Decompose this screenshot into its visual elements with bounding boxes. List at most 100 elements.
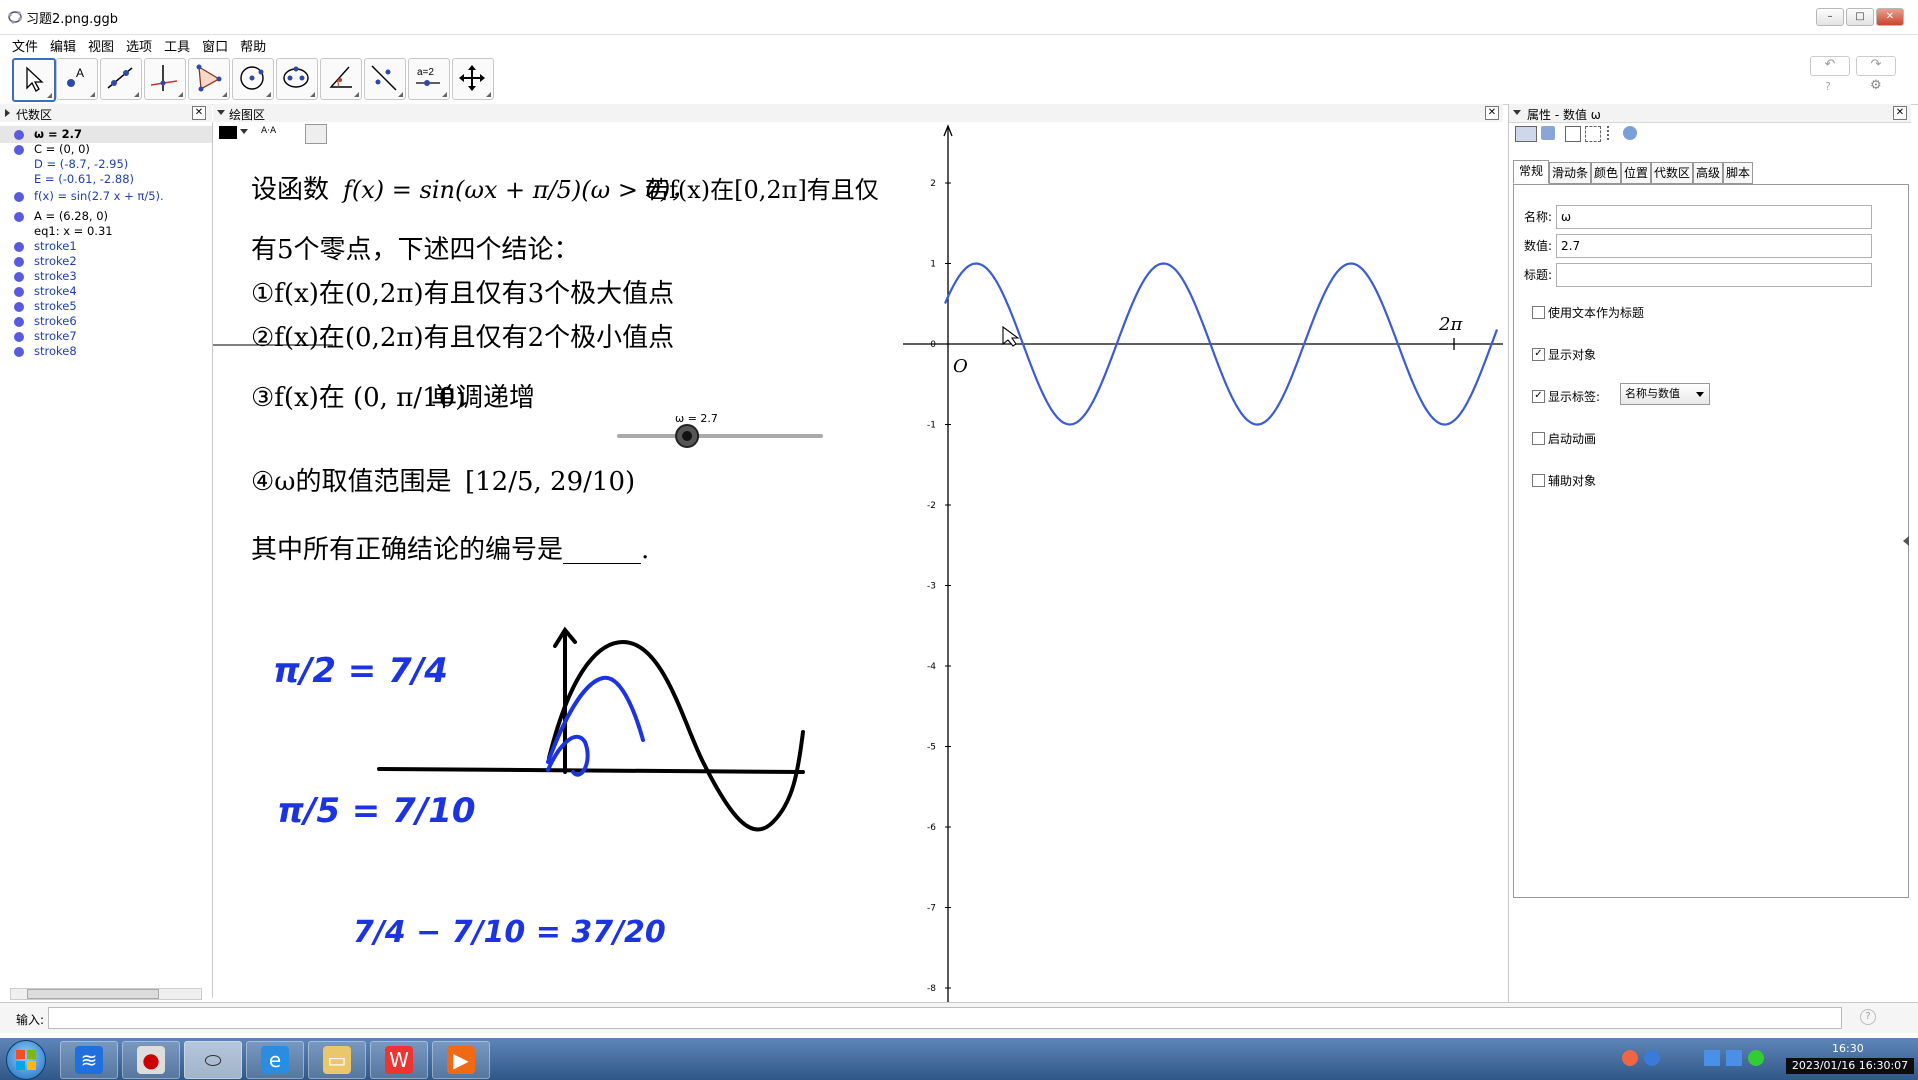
graphics-object-icon[interactable] [1515,126,1537,142]
properties-header: 属性 - 数值 ω ✕ [1509,104,1911,123]
checkbox-show-object[interactable]: ✓ [1532,348,1545,361]
graphics-view[interactable]: A·A 设函数 f(x) = sin(ωx + π/5)(ω > 0)， 若f(… [213,122,1503,1002]
graphics-title: 绘图区 [229,108,266,122]
close-properties-icon[interactable]: ✕ [1893,106,1907,120]
collapse-side-icon[interactable] [1903,536,1909,546]
visibility-dot-icon[interactable] [14,130,24,140]
separator-icon [1607,126,1613,140]
tab-2[interactable]: 颜色 [1591,162,1621,184]
line-tool-button[interactable] [100,58,142,100]
algebra-row-text: f(x) = sin(2.7 x + π/5). [34,189,164,203]
help-icon[interactable]: ? [1825,80,1831,93]
visibility-dot-icon[interactable] [14,212,24,222]
gear-icon[interactable]: ⚙ [1870,78,1882,93]
taskbar-explorer[interactable]: ▭ [308,1041,366,1079]
start-button[interactable] [6,1040,46,1080]
menu-options[interactable]: 选项 [126,36,152,55]
reflect-tool-button[interactable] [364,58,406,100]
caption-field[interactable] [1556,263,1872,287]
value-field[interactable]: 2.7 [1556,234,1872,258]
select-all-icon[interactable] [1585,126,1601,142]
sketch-x-axis [377,767,805,774]
tray-wechat-icon[interactable] [1748,1050,1764,1066]
close-button[interactable]: ✕ [1876,8,1904,26]
tray-help-icon[interactable] [1644,1050,1660,1066]
tab-3[interactable]: 位置 [1621,162,1651,184]
y-tick-label: -8 [927,984,936,994]
geometry-icon[interactable] [1541,126,1555,140]
tab-4[interactable]: 代数区 [1651,162,1693,184]
taskbar-geogebra[interactable]: ⬭ [184,1041,242,1079]
input-field[interactable] [48,1007,1842,1029]
y-tick-label: -6 [927,823,936,833]
tab-5[interactable]: 高级 [1693,162,1723,184]
taskbar-screen-recorder[interactable]: ● [122,1041,180,1079]
visibility-dot-icon[interactable] [14,145,24,155]
tab-1[interactable]: 滑动条 [1549,162,1591,184]
menu-help[interactable]: 帮助 [240,36,266,55]
taskbar-wps-presentation[interactable]: ▶ [432,1041,490,1079]
taskbar-ie[interactable]: e [246,1041,304,1079]
maximize-button[interactable]: □ [1846,8,1874,26]
y-tick-label: -4 [927,662,936,672]
label-mode-value: 名称与数值 [1625,387,1680,400]
close-graphics-icon[interactable]: ✕ [1485,106,1499,120]
menu-window[interactable]: 窗口 [202,36,228,55]
visibility-dot-icon[interactable] [14,332,24,342]
angle-tool-button[interactable] [320,58,362,100]
polygon-tool-button[interactable] [188,58,230,100]
algebra-scrollbar[interactable] [10,988,202,1000]
visibility-dot-icon[interactable] [14,317,24,327]
visibility-dot-icon[interactable] [14,257,24,267]
name-field[interactable]: ω [1556,205,1872,229]
label-mode-select[interactable]: 名称与数值 [1620,383,1710,405]
visibility-dot-icon[interactable] [14,242,24,252]
windows-logo-icon-3 [16,1061,25,1070]
minimize-button[interactable]: – [1816,8,1844,26]
menu-tools[interactable]: 工具 [164,36,190,55]
algebra-row[interactable]: E = (-0.61, -2.88) [0,171,212,188]
menu-file[interactable]: 文件 [12,36,38,55]
input-help-icon[interactable]: ? [1860,1009,1876,1025]
undo-button[interactable]: ↶ [1810,56,1850,76]
checkbox-use-text-caption[interactable] [1532,306,1545,319]
algebra-row[interactable]: f(x) = sin(2.7 x + π/5). [0,188,212,205]
visibility-dot-icon[interactable] [14,302,24,312]
tab-0[interactable]: 常规 [1513,160,1549,184]
perpendicular-tool-button[interactable] [144,58,186,100]
collapse-triangle-icon[interactable] [5,109,10,117]
point-tool-button[interactable]: A [56,58,98,100]
conclusion-4-interval: [12/5, 29/10) [465,467,635,497]
checkbox-auxiliary[interactable] [1532,474,1545,487]
graphics-canvas[interactable]: 设函数 f(x) = sin(ωx + π/5)(ω > 0)， 若f(x)在[… [213,122,1503,1002]
table-icon[interactable] [1565,126,1581,142]
visibility-dot-icon[interactable] [14,192,24,202]
algebra-row[interactable]: stroke8 [0,343,212,360]
sketch-blue-curve [546,675,645,764]
visibility-dot-icon[interactable] [14,287,24,297]
circle-tool-button[interactable] [232,58,274,100]
move-tool-button[interactable] [12,58,56,102]
conic-tool-button[interactable] [276,58,318,100]
svg-text:A: A [76,66,84,80]
algebra-scroll-thumb[interactable] [27,989,159,999]
checkbox-show-label[interactable]: ✓ [1532,390,1545,403]
visibility-dot-icon[interactable] [14,272,24,282]
menu-view[interactable]: 视图 [88,36,114,55]
style-bar-toggle-icon[interactable] [217,110,225,115]
checkbox-animation[interactable] [1532,432,1545,445]
tab-6[interactable]: 脚本 [1723,162,1753,184]
tray-feishu-icon-2[interactable] [1726,1050,1742,1066]
visibility-dot-icon[interactable] [14,347,24,357]
collapse-properties-icon[interactable] [1513,110,1521,115]
tray-feishu-icon[interactable] [1704,1050,1720,1066]
taskbar-feishu[interactable]: ≋ [60,1041,118,1079]
objects-icon[interactable] [1623,126,1637,140]
taskbar-wps[interactable]: W [370,1041,428,1079]
tray-input-icon[interactable] [1622,1050,1638,1066]
slider-tool-button[interactable]: a=2 [408,58,450,100]
menu-edit[interactable]: 编辑 [50,36,76,55]
redo-button[interactable]: ↷ [1856,56,1896,76]
close-algebra-icon[interactable]: ✕ [192,106,206,120]
move-view-tool-button[interactable] [452,58,494,100]
